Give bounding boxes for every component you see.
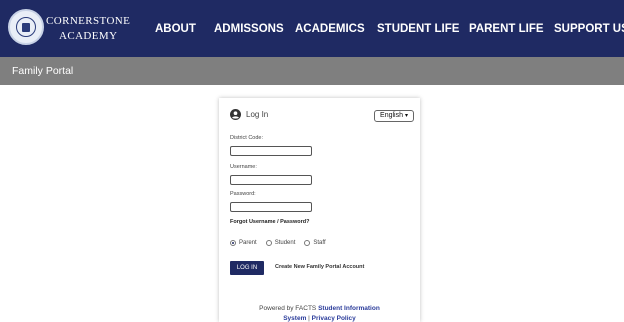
language-value: English [380,112,403,119]
nav-admissions[interactable]: ADMISSONS [214,0,284,57]
role-staff-label: Staff [313,240,326,246]
create-account-link[interactable]: Create New Family Portal Account [275,264,364,270]
site-header: Cornerstone Academy ABOUT ADMISSONS ACAD… [0,0,624,57]
login-title: Log In [246,110,269,119]
radio-student[interactable] [265,240,272,246]
brand-line-2: Academy [59,30,118,42]
password-input[interactable] [230,202,312,212]
role-student-label: Student [274,240,296,246]
district-code-label: District Code: [230,135,264,141]
nav-academics[interactable]: ACADEMICS [295,0,365,57]
school-seal-logo[interactable] [8,9,44,45]
nav-about[interactable]: ABOUT [155,0,196,57]
login-button[interactable]: LOG IN [230,261,264,275]
language-select[interactable]: English ▾ [374,110,414,122]
radio-parent[interactable] [230,240,236,246]
brand-line-1: Cornerstone [46,15,131,27]
role-student[interactable]: Student [265,240,296,246]
user-circle-icon [230,109,241,120]
seal-building [22,23,30,32]
sis-link[interactable]: Student Information [318,305,380,312]
radio-staff[interactable] [304,240,311,246]
brand-name[interactable]: Cornerstone Academy [46,14,130,44]
forgot-credentials-link[interactable]: Forgot Username / Password? [230,219,309,225]
password-label: Password: [230,191,256,197]
system-link[interactable]: System [283,315,306,322]
login-card: Log In English ▾ District Code: Username… [219,98,420,322]
role-parent[interactable]: Parent [230,240,257,246]
nav-support-us[interactable]: SUPPORT US [554,0,624,57]
role-parent-label: Parent [239,240,257,246]
portal-subheader: Family Portal [0,57,624,85]
nav-student-life[interactable]: STUDENT LIFE [377,0,459,57]
role-staff[interactable]: Staff [304,240,326,246]
powered-by: Powered by FACTS Student Information [219,305,420,312]
district-code-input[interactable] [230,146,312,156]
powered-by-text: Powered by FACTS [259,305,317,312]
chevron-down-icon: ▾ [404,113,408,119]
role-radio-group: Parent Student Staff [230,240,335,246]
footer-links: System | Privacy Policy [219,315,420,322]
privacy-policy-link[interactable]: Privacy Policy [312,315,356,322]
username-input[interactable] [230,175,312,185]
footer-separator: | [308,315,310,322]
portal-title: Family Portal [12,65,74,77]
nav-parent-life[interactable]: PARENT LIFE [469,0,544,57]
username-label: Username: [230,164,257,170]
